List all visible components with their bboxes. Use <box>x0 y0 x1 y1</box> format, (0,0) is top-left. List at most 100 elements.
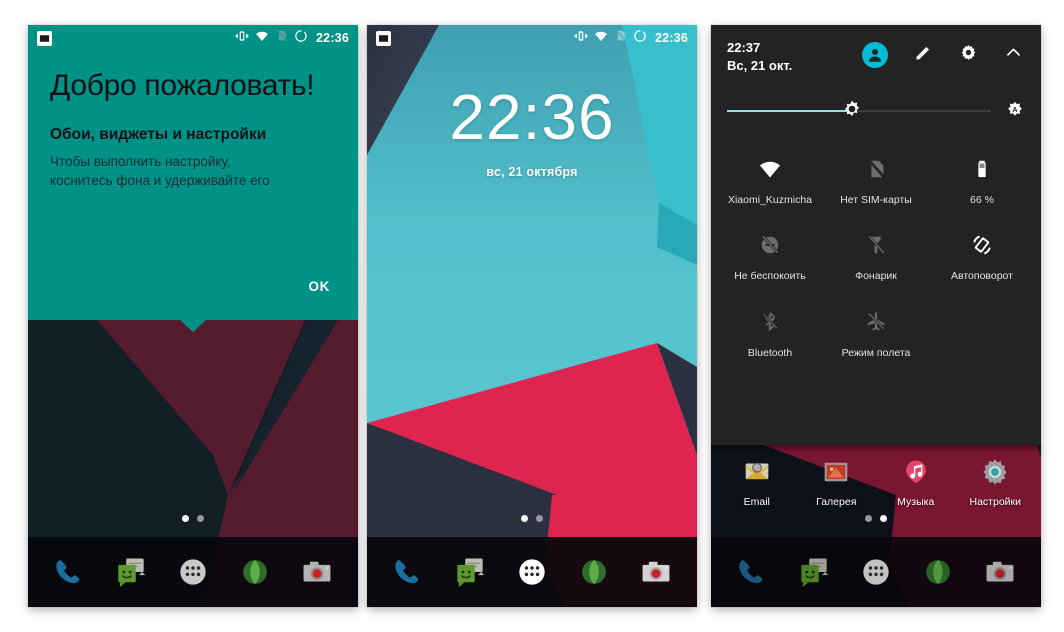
sync-circle-icon <box>633 29 647 48</box>
page-dot-1[interactable] <box>182 515 189 522</box>
slider-fill <box>727 110 852 113</box>
dock <box>367 537 697 607</box>
tile-empty <box>929 299 1035 376</box>
tile-label: Фонарик <box>855 270 897 283</box>
app-label: Email <box>743 496 770 508</box>
vibrate-icon <box>574 29 588 48</box>
wifi-icon <box>255 29 269 48</box>
page-dot-1[interactable] <box>521 515 528 522</box>
battery-icon <box>971 156 993 182</box>
app-drawer-icon[interactable] <box>857 553 895 591</box>
tile-bluetooth[interactable]: Bluetooth <box>717 299 823 376</box>
gear-icon[interactable] <box>959 43 978 67</box>
status-bar-clock: 22:36 <box>316 31 349 45</box>
wifi-icon <box>758 156 782 182</box>
screenshot-stage: 22:36 Добро пожаловать! Обои, виджеты и … <box>0 0 1064 632</box>
app-label: Музыка <box>897 496 935 508</box>
do-not-disturb-icon <box>759 232 781 258</box>
tile-do-not-disturb[interactable]: Не беспокоить <box>717 222 823 299</box>
homescreen-apps-row: @ Email Галерея Музыка Настройки <box>711 455 1041 508</box>
tile-label: Автоповорот <box>951 270 1013 283</box>
bluetooth-off-icon <box>760 309 780 335</box>
brightness-slider[interactable] <box>727 100 991 122</box>
image-icon <box>37 30 52 46</box>
clock-time: 22:36 <box>449 81 615 153</box>
dock <box>711 537 1041 607</box>
no-sim-icon <box>865 156 887 182</box>
phone-icon[interactable] <box>50 553 88 591</box>
tile-wifi[interactable]: Xiaomi_Kuzmicha <box>717 146 823 223</box>
camera-icon[interactable] <box>637 553 675 591</box>
ok-button[interactable]: OK <box>303 275 336 298</box>
quick-settings-datetime: 22:37 Вс, 21 окт. <box>727 39 792 75</box>
airplane-off-icon <box>865 309 887 335</box>
edit-pencil-icon[interactable] <box>914 43 933 67</box>
status-bar-right: 22:36 <box>235 29 349 48</box>
tile-row-2: Не беспокоить Фонарик Автоповорот <box>717 222 1035 299</box>
welcome-body: Чтобы выполнить настройку, коснитесь фон… <box>50 153 270 188</box>
quick-settings-shade: 22:37 Вс, 21 окт. A Xiaomi_Kuzmicha Нет … <box>711 25 1041 445</box>
no-sim-icon <box>275 29 288 47</box>
page-indicator <box>711 515 1041 522</box>
phone-icon[interactable] <box>389 553 427 591</box>
user-avatar-icon[interactable] <box>862 42 888 68</box>
tile-airplane-mode[interactable]: Режим полета <box>823 299 929 376</box>
tile-label: Нет SIM-карты <box>840 193 912 206</box>
wifi-icon <box>594 29 608 48</box>
app-music[interactable]: Музыка <box>882 455 950 508</box>
app-gallery[interactable]: Галерея <box>802 455 870 508</box>
page-dot-1[interactable] <box>865 515 872 522</box>
lockscreen-clock-widget[interactable]: 22:36 вс, 21 октября <box>367 85 697 179</box>
status-bar-clock: 22:36 <box>655 31 688 45</box>
quick-settings-header: 22:37 Вс, 21 окт. <box>711 25 1041 75</box>
page-dot-2[interactable] <box>536 515 543 522</box>
auto-rotate-icon <box>970 232 994 258</box>
phone-panel-welcome: 22:36 Добро пожаловать! Обои, виджеты и … <box>28 25 358 607</box>
phone-panel-homescreen: 22:36 22:36 вс, 21 октября <box>367 25 697 607</box>
chevron-up-icon[interactable] <box>1004 43 1023 67</box>
tile-battery[interactable]: 66 % <box>929 146 1035 223</box>
card-caret <box>180 320 206 332</box>
welcome-card-content: Добро пожаловать! Обои, виджеты и настро… <box>50 51 336 190</box>
welcome-card: 22:36 Добро пожаловать! Обои, виджеты и … <box>28 25 358 320</box>
browser-icon[interactable] <box>575 553 613 591</box>
page-dot-2[interactable] <box>880 515 887 522</box>
app-email[interactable]: @ Email <box>723 455 791 508</box>
tile-label: Режим полета <box>841 347 911 360</box>
page-indicator <box>28 515 358 522</box>
app-drawer-icon[interactable] <box>174 553 212 591</box>
clock-date: вс, 21 октября <box>486 165 578 179</box>
auto-brightness-icon[interactable]: A <box>1005 99 1025 124</box>
messaging-icon[interactable] <box>112 553 150 591</box>
sync-circle-icon <box>294 29 308 48</box>
status-bar-left <box>376 30 391 46</box>
browser-icon[interactable] <box>919 553 957 591</box>
slider-thumb[interactable] <box>841 98 863 125</box>
messaging-icon[interactable] <box>795 553 833 591</box>
tile-label: Xiaomi_Kuzmicha <box>727 193 813 206</box>
phone-icon[interactable] <box>733 553 771 591</box>
tile-flashlight[interactable]: Фонарик <box>823 222 929 299</box>
quick-settings-tiles: Xiaomi_Kuzmicha Нет SIM-карты 66 % Не бе… <box>711 124 1041 376</box>
tile-sim[interactable]: Нет SIM-карты <box>823 146 929 223</box>
dock <box>28 537 358 607</box>
page-indicator <box>367 515 697 522</box>
tile-label: 66 % <box>970 193 994 206</box>
tile-label: Не беспокоить <box>734 270 806 283</box>
svg-text:@: @ <box>754 465 760 472</box>
app-settings[interactable]: Настройки <box>961 455 1029 508</box>
status-bar: 22:36 <box>28 25 358 51</box>
vibrate-icon <box>235 29 249 48</box>
camera-icon[interactable] <box>298 553 336 591</box>
quick-settings-header-actions <box>862 39 1025 68</box>
tile-label: Bluetooth <box>747 347 793 360</box>
tile-row-1: Xiaomi_Kuzmicha Нет SIM-карты 66 % <box>717 146 1035 223</box>
camera-icon[interactable] <box>981 553 1019 591</box>
svg-text:A: A <box>1012 106 1017 114</box>
tile-auto-rotate[interactable]: Автоповорот <box>929 222 1035 299</box>
app-drawer-icon[interactable] <box>513 553 551 591</box>
browser-icon[interactable] <box>236 553 274 591</box>
page-dot-2[interactable] <box>197 515 204 522</box>
messaging-icon[interactable] <box>451 553 489 591</box>
app-label: Настройки <box>969 496 1022 508</box>
